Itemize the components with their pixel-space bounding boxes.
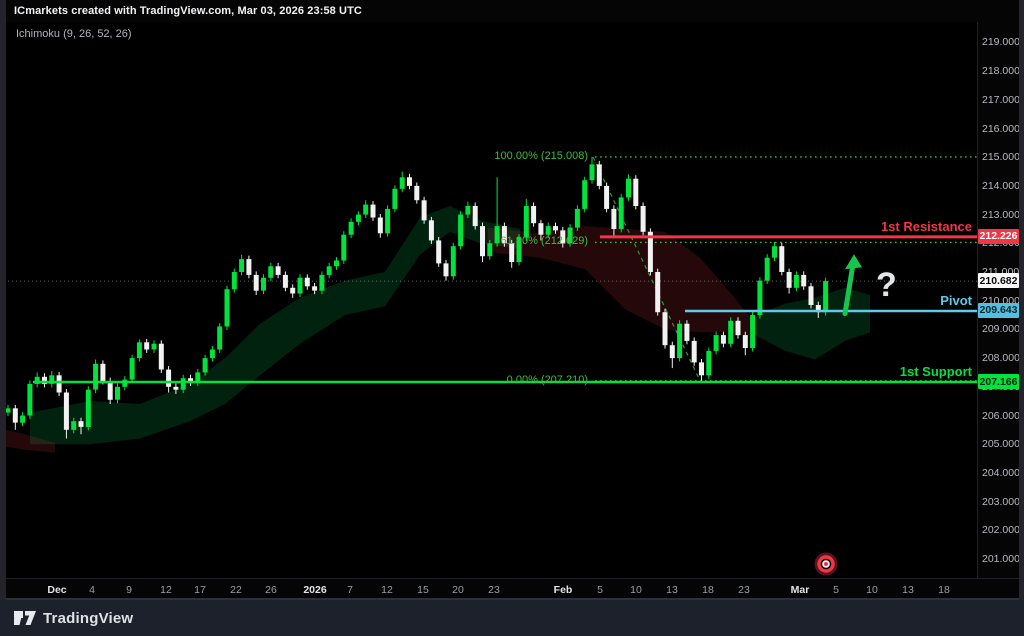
time-axis-label: 4 — [89, 584, 95, 596]
time-axis-label: 9 — [126, 584, 132, 596]
price-axis-tick: 219.000 — [978, 36, 1018, 48]
tradingview-logo[interactable]: TradingView — [14, 608, 133, 628]
time-axis-label: 13 — [902, 584, 914, 596]
support-label: 1st Support — [822, 364, 972, 379]
price-badge: 207.166 — [978, 374, 1019, 389]
price-axis[interactable]: 219.000 218.000 217.000 216.000 215.000 214.0… — [977, 22, 1019, 578]
time-axis-label: 5 — [833, 584, 839, 596]
time-axis-label: 23 — [488, 584, 500, 596]
fib-618-label: 61.80% (212.029) — [428, 235, 588, 247]
pivot-label: Pivot — [822, 293, 972, 308]
time-axis-label: Mar — [791, 584, 810, 596]
price-axis-tick: 218.000 — [978, 65, 1018, 77]
price-axis-tick: 208.000 — [978, 352, 1018, 364]
price-axis-tick: 203.000 — [978, 496, 1018, 508]
price-axis-tick: 205.000 — [978, 438, 1018, 450]
price-badge: 212.226 — [978, 229, 1019, 244]
time-axis-label: 18 — [938, 584, 950, 596]
time-axis-label: 12 — [160, 584, 172, 596]
price-axis-tick: 209.000 — [978, 323, 1018, 335]
bottom-bar: TradingView — [0, 600, 1024, 636]
time-axis-label: 23 — [738, 584, 750, 596]
time-axis-label: 5 — [597, 584, 603, 596]
time-axis-label: 20 — [452, 584, 464, 596]
chart-area: Ichimoku (9, 26, 52, 26) 100.00% (215.00… — [0, 22, 977, 578]
resistance-label: 1st Resistance — [822, 219, 972, 234]
time-axis-label: 2026 — [303, 584, 326, 596]
time-axis-label: 12 — [381, 584, 393, 596]
indicator-label[interactable]: Ichimoku (9, 26, 52, 26) — [16, 28, 132, 40]
time-axis-label: 18 — [702, 584, 714, 596]
chart-title: ICmarkets created with TradingView.com, … — [14, 5, 362, 17]
record-marker-icon[interactable] — [824, 562, 828, 566]
price-axis-tick: 217.000 — [978, 94, 1018, 106]
time-axis-label: Dec — [47, 584, 66, 596]
price-axis-tick: 213.000 — [978, 209, 1018, 221]
price-badge: 209.643 — [978, 303, 1019, 318]
price-axis-tick: 215.000 — [978, 151, 1018, 163]
tradingview-chart-window: ICmarkets created with TradingView.com, … — [0, 0, 1024, 636]
time-axis-label: Feb — [554, 584, 573, 596]
time-axis[interactable]: Dec 4 9 12 17 22 26 2026 7 12 15 20 23 Feb 5 10 13 18 23 Ma… — [0, 578, 1024, 600]
chart-titlebar: ICmarkets created with TradingView.com, … — [0, 0, 1024, 22]
time-axis-label: 13 — [666, 584, 678, 596]
time-axis-label: 10 — [866, 584, 878, 596]
time-axis-label: 26 — [265, 584, 277, 596]
up-arrow-head — [845, 254, 862, 269]
price-axis-tick: 206.000 — [978, 410, 1018, 422]
window-right-edge — [1019, 0, 1024, 600]
price-badge: 210.682 — [978, 273, 1019, 288]
price-axis-tick: 204.000 — [978, 467, 1018, 479]
tradingview-logo-icon — [14, 608, 36, 628]
fib-100-label: 100.00% (215.008) — [428, 150, 588, 162]
price-axis-tick: 214.000 — [978, 180, 1018, 192]
time-axis-label: 15 — [417, 584, 429, 596]
tradingview-logo-text: TradingView — [43, 610, 133, 627]
time-axis-label: 7 — [347, 584, 353, 596]
price-axis-tick: 202.000 — [978, 524, 1018, 536]
window-left-edge — [0, 0, 6, 600]
time-axis-label: 17 — [194, 584, 206, 596]
price-axis-tick: 216.000 — [978, 123, 1018, 135]
question-mark-annotation: ? — [876, 266, 897, 305]
price-axis-tick: 201.000 — [978, 553, 1018, 565]
time-axis-label: 10 — [630, 584, 642, 596]
fib-0-label: 0.00% (207.210) — [428, 374, 588, 386]
time-axis-label: 22 — [230, 584, 242, 596]
